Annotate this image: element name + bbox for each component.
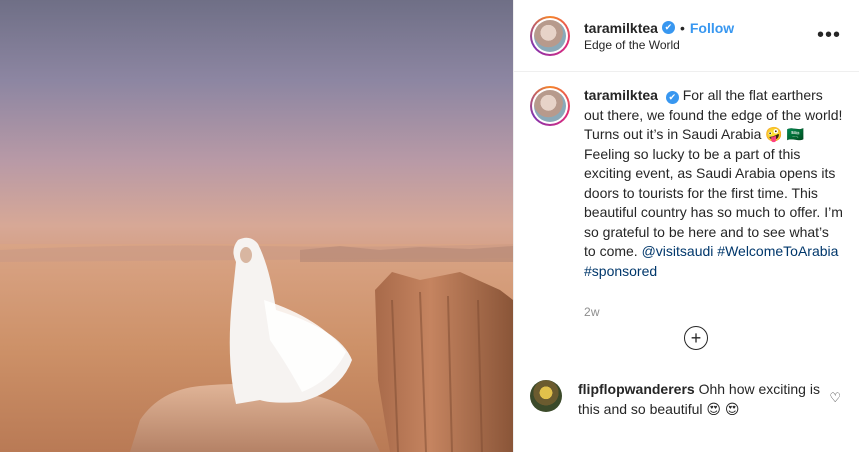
follow-button[interactable]: Follow [690,20,734,36]
desert-scene-illustration [0,237,513,452]
post-caption: taramilktea ✔ For all the flat earthers … [514,72,859,323]
avatar-frame [532,17,568,54]
caption-text: For all the flat earthers out there, we … [584,87,843,259]
verified-badge-icon: ✔ [665,91,679,105]
post-header: taramilktea ✔ • Follow Edge of the World… [514,0,859,72]
load-more-comments-icon[interactable]: + [684,326,708,350]
caption-username[interactable]: taramilktea [584,87,658,103]
post-sidebar: taramilktea ✔ • Follow Edge of the World… [513,0,859,452]
author-username[interactable]: taramilktea [584,20,658,36]
mention-link[interactable]: @visitsaudi [642,243,714,259]
instagram-post: taramilktea ✔ • Follow Edge of the World… [0,0,859,452]
comment-body: flipflopwanderers Ohh how exciting is th… [578,380,826,419]
comment-item: flipflopwanderers Ohh how exciting is th… [530,380,851,419]
avatar [534,90,566,122]
post-location[interactable]: Edge of the World [584,38,815,52]
header-text: taramilktea ✔ • Follow Edge of the World [584,20,815,52]
hashtag-link[interactable]: #sponsored [584,263,657,279]
caption-author-avatar-ring[interactable] [530,86,570,126]
caption-body: taramilktea ✔ For all the flat earthers … [584,86,843,323]
commenter-avatar[interactable] [530,380,562,412]
more-options-icon[interactable]: ••• [815,24,843,47]
avatar [534,19,566,52]
hashtag-link[interactable]: #WelcomeToArabia [717,243,838,259]
like-comment-heart-icon[interactable]: ♡ [829,390,841,406]
commenter-username[interactable]: flipflopwanderers [578,381,695,397]
verified-badge-icon: ✔ [661,21,675,34]
separator-dot: • [679,19,685,36]
avatar-frame [532,88,568,124]
name-row: taramilktea ✔ • Follow [584,20,815,36]
post-photo[interactable] [0,0,513,452]
author-avatar-story-ring[interactable] [530,15,570,56]
post-timestamp[interactable]: 2w [584,303,843,323]
